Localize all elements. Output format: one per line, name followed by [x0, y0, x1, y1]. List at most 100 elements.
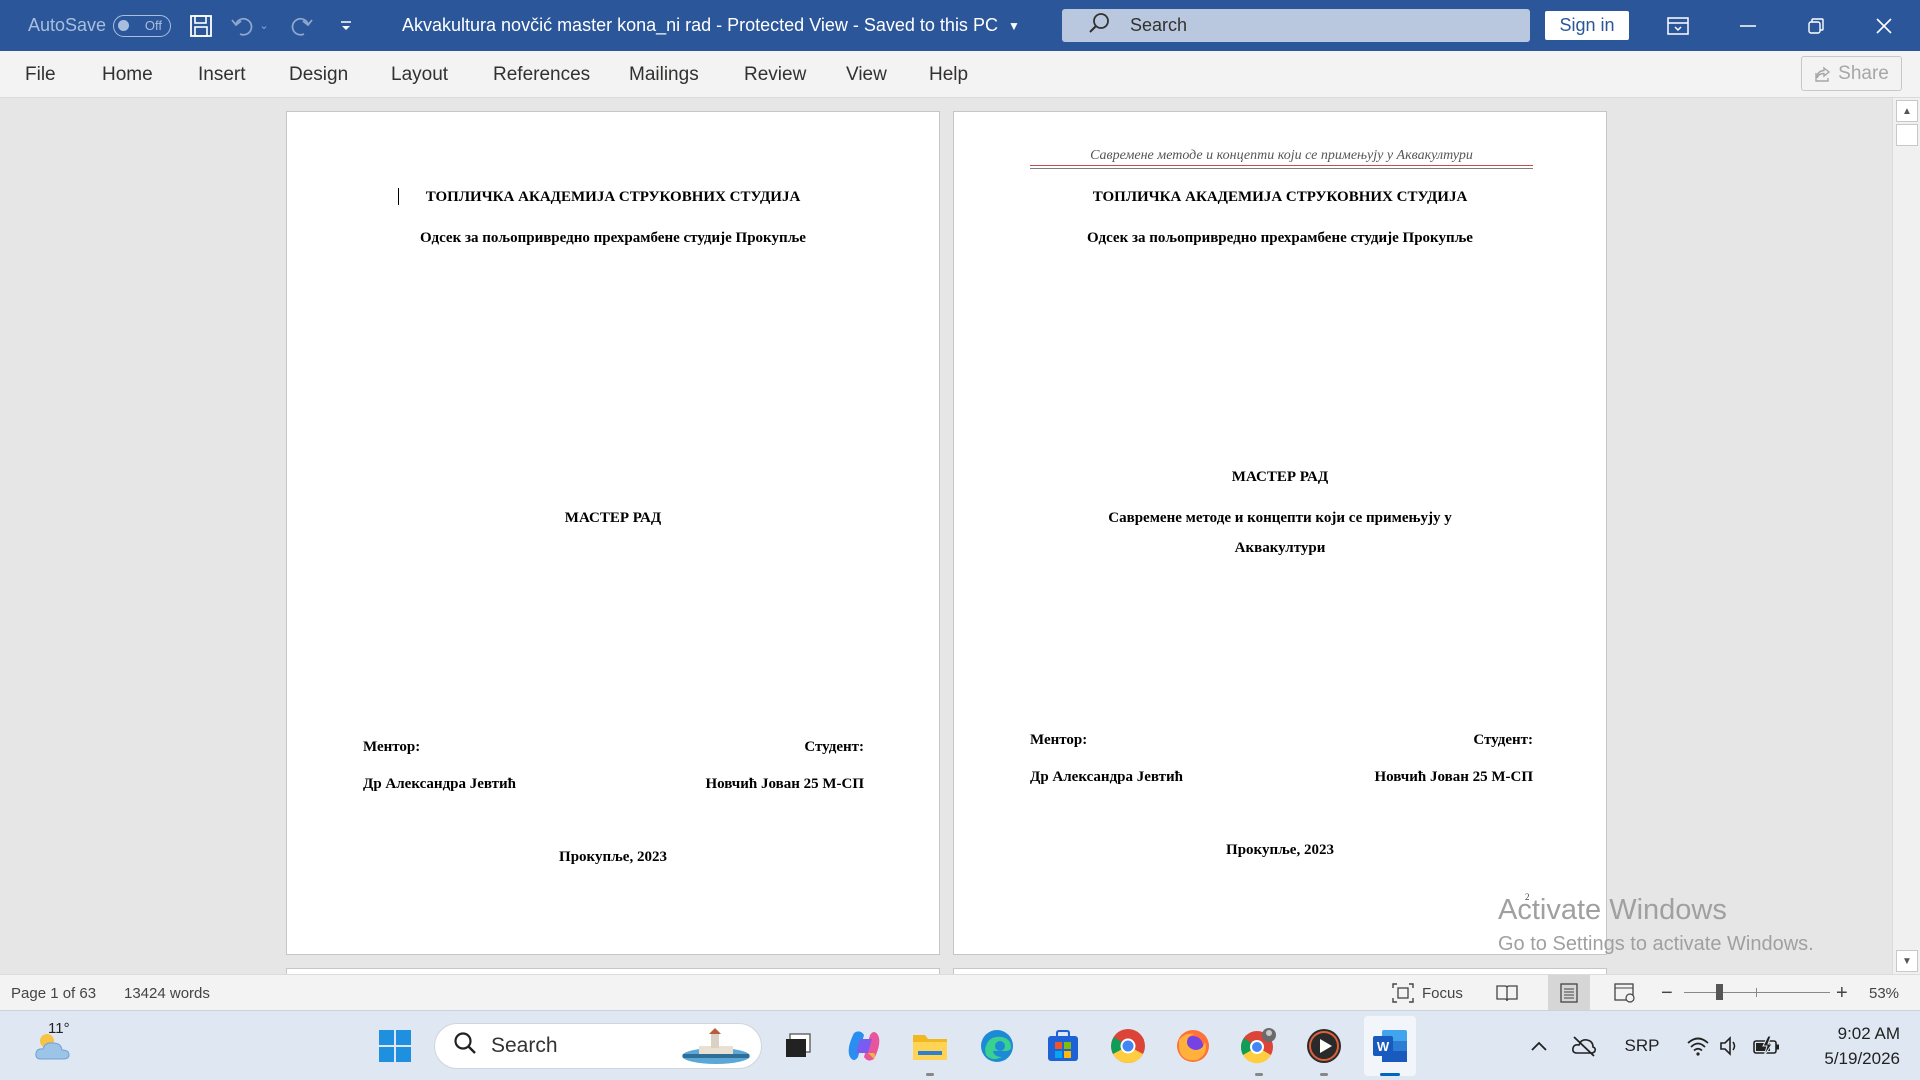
document-title-text: Akvakultura novčić master kona_ni rad - … [402, 15, 998, 35]
tab-layout[interactable]: Layout [391, 51, 448, 98]
document-area[interactable]: ТОПЛИЧКА АКАДЕМИЈА СТРУКОВНИХ СТУДИЈА Од… [0, 98, 1892, 974]
page-indicator[interactable]: Page 1 of 63 [11, 975, 96, 1011]
search-placeholder: Search [1130, 15, 1188, 35]
svg-text:W: W [1377, 1039, 1390, 1054]
focus-label: Focus [1422, 984, 1463, 1002]
document-title[interactable]: Akvakultura novčić master kona_ni rad - … [402, 0, 1020, 51]
mentor-label: Ментор: [363, 739, 421, 755]
autosave-toggle[interactable]: Off [113, 0, 171, 51]
wifi-icon[interactable] [1684, 1011, 1712, 1080]
student-label: Студент: [804, 739, 864, 755]
autosave-label: AutoSave [28, 15, 107, 35]
ribbon-tabs: File Home Insert Design Layout Reference… [0, 51, 1920, 98]
watermark-subtitle: Go to Settings to activate Windows. [1498, 933, 1814, 955]
battery-charging-icon[interactable] [1750, 1011, 1784, 1080]
redo-icon[interactable] [282, 0, 318, 51]
web-layout-icon[interactable] [1608, 975, 1642, 1011]
scroll-thumb[interactable] [1896, 124, 1918, 146]
firefox-icon[interactable] [1171, 1011, 1215, 1080]
place-year: Прокупље, 2023 [1226, 842, 1334, 858]
zoom-level[interactable]: 53% [1869, 975, 1899, 1011]
scroll-up-icon[interactable]: ▲ [1896, 100, 1918, 122]
title-bar: AutoSave Off ⌄ Akvakultura novčić master… [0, 0, 1920, 51]
mentor-name: Др Александра Јевтић [1030, 769, 1183, 785]
zoom-out-icon[interactable]: − [1661, 975, 1673, 1011]
microsoft-store-icon[interactable] [1041, 1011, 1085, 1080]
show-hidden-icons-icon[interactable] [1524, 1011, 1554, 1080]
ribbon-display-options-icon[interactable] [1650, 0, 1706, 51]
thesis-subtitle-line-1: Савремене методе и концепти који се прим… [1108, 510, 1452, 526]
edge-browser-icon[interactable] [975, 1011, 1019, 1080]
active-app-indicator [1380, 1073, 1400, 1076]
focus-icon [1392, 983, 1414, 1003]
watermark-title: Activate Windows [1498, 894, 1727, 926]
customize-toolbar-icon[interactable] [328, 0, 364, 51]
search-icon [453, 1031, 477, 1061]
search-icon [1088, 12, 1110, 39]
clock-time: 9:02 AM [1837, 1024, 1900, 1043]
volume-icon[interactable] [1716, 1011, 1744, 1080]
zoom-slider-thumb[interactable] [1716, 984, 1723, 1000]
save-icon[interactable] [183, 0, 219, 51]
institution-title: ТОПЛИЧКА АКАДЕМИЈА СТРУКОВНИХ СТУДИЈА [1092, 189, 1468, 205]
word-count[interactable]: 13424 words [124, 975, 210, 1011]
department-title: Одсек за пољопривредно прехрамбене студи… [1087, 230, 1473, 246]
header-rule-secondary [1030, 168, 1533, 169]
weather-widget[interactable]: 11° [24, 1011, 84, 1080]
print-layout-icon[interactable] [1548, 975, 1590, 1011]
tab-file[interactable]: File [25, 51, 56, 98]
zoom-slider[interactable] [1684, 992, 1830, 993]
restore-icon[interactable] [1788, 0, 1844, 51]
minimize-icon[interactable] [1720, 0, 1776, 51]
copilot-icon[interactable] [842, 1011, 886, 1080]
search-input[interactable]: Search [1062, 9, 1530, 42]
zoom-in-icon[interactable]: + [1836, 975, 1848, 1011]
task-view-icon[interactable] [776, 1011, 820, 1080]
page-2[interactable]: Савремене методе и концепти који се прим… [953, 111, 1607, 955]
share-label: Share [1838, 62, 1889, 84]
media-player-icon[interactable] [1302, 1011, 1346, 1080]
clock-date: 5/19/2026 [1824, 1049, 1900, 1068]
share-button[interactable]: Share [1801, 56, 1902, 91]
tab-help[interactable]: Help [929, 51, 968, 98]
running-indicator [1320, 1073, 1328, 1076]
running-indicator [1255, 1073, 1263, 1076]
status-bar: Page 1 of 63 13424 words Focus − + 53% [0, 974, 1920, 1011]
tab-review[interactable]: Review [744, 51, 806, 98]
read-mode-icon[interactable] [1490, 975, 1524, 1011]
mentor-name: Др Александра Јевтић [363, 776, 516, 792]
file-explorer-icon[interactable] [908, 1011, 952, 1080]
header-rule [1030, 165, 1533, 166]
close-icon[interactable] [1856, 0, 1912, 51]
student-name: Новчић Јован 25 М-СП [1374, 769, 1533, 785]
tab-home[interactable]: Home [102, 51, 153, 98]
tab-design[interactable]: Design [289, 51, 348, 98]
running-indicator [926, 1073, 934, 1076]
sign-in-button[interactable]: Sign in [1545, 11, 1629, 40]
onedrive-offline-icon[interactable] [1568, 1011, 1600, 1080]
mentor-label: Ментор: [1030, 732, 1088, 748]
vertical-scrollbar[interactable]: ▲ ▼ [1892, 98, 1920, 974]
chrome-profile-icon[interactable] [1237, 1011, 1281, 1080]
taskbar-search-input[interactable]: Search [434, 1023, 762, 1069]
scroll-down-icon[interactable]: ▼ [1896, 950, 1918, 972]
tab-mailings[interactable]: Mailings [629, 51, 699, 98]
chevron-down-icon[interactable]: ▼ [1008, 19, 1020, 33]
institution-title: ТОПЛИЧКА АКАДЕМИЈА СТРУКОВНИХ СТУДИЈА [425, 189, 801, 205]
student-label: Студент: [1473, 732, 1533, 748]
page-header: Савремене методе и концепти који се прим… [1090, 148, 1473, 163]
word-app-icon[interactable]: W [1364, 1016, 1416, 1076]
undo-dropdown-icon[interactable]: ⌄ [254, 0, 274, 51]
tab-insert[interactable]: Insert [198, 51, 246, 98]
system-clock[interactable]: 9:02 AM 5/19/2026 [1800, 1021, 1900, 1071]
chrome-icon[interactable] [1106, 1011, 1150, 1080]
tab-references[interactable]: References [493, 51, 590, 98]
windows-start-icon[interactable] [373, 1011, 417, 1080]
department-title: Одсек за пољопривредно прехрамбене студи… [420, 230, 806, 246]
focus-button[interactable]: Focus [1392, 975, 1463, 1011]
share-icon [1815, 66, 1831, 82]
tab-view[interactable]: View [846, 51, 887, 98]
taskbar-search-placeholder: Search [491, 1034, 558, 1057]
page-1[interactable]: ТОПЛИЧКА АКАДЕМИЈА СТРУКОВНИХ СТУДИЈА Од… [286, 111, 940, 955]
language-indicator[interactable]: SRP [1620, 1011, 1664, 1080]
